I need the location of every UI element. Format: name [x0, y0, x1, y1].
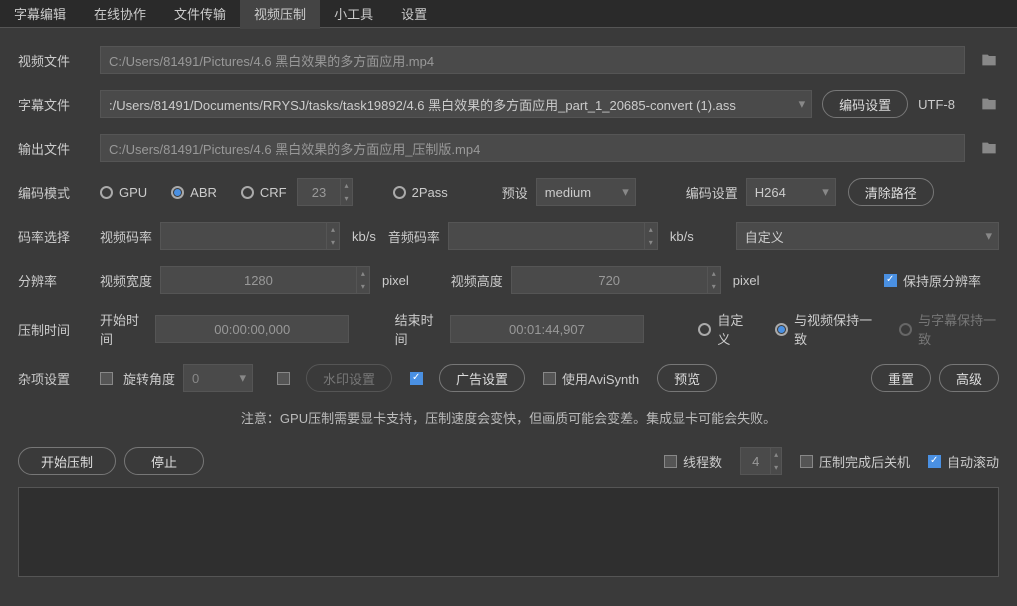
autoscroll-checkbox[interactable] [928, 455, 941, 468]
tab-subtitle-edit[interactable]: 字幕编辑 [0, 0, 80, 29]
folder-icon[interactable] [979, 52, 999, 68]
end-time-label: 结束时间 [395, 310, 442, 348]
start-button[interactable]: 开始压制 [18, 447, 116, 475]
height-label: 视频高度 [451, 271, 503, 290]
rotate-select[interactable]: 0 [183, 364, 253, 392]
start-time-label: 开始时间 [100, 310, 147, 348]
audio-bitrate-spinner[interactable]: ▴▾ [448, 222, 658, 250]
video-bitrate-label: 视频码率 [100, 227, 152, 246]
rotate-checkbox[interactable] [100, 372, 113, 385]
subtitle-file-select[interactable]: :/Users/81491/Documents/RRYSJ/tasks/task… [100, 90, 812, 118]
tab-settings[interactable]: 设置 [387, 0, 441, 29]
reset-button[interactable]: 重置 [871, 364, 931, 392]
video-file-input[interactable] [100, 46, 965, 74]
shutdown-checkbox[interactable] [800, 455, 813, 468]
height-spinner[interactable]: ▴▾ [511, 266, 721, 294]
bitrate-label: 码率选择 [18, 227, 80, 246]
video-file-label: 视频文件 [18, 51, 80, 70]
radio-2pass[interactable] [393, 186, 406, 199]
crf-spinner[interactable]: ▴▾ [297, 178, 353, 206]
tab-file-transfer[interactable]: 文件传输 [160, 0, 240, 29]
folder-icon[interactable] [979, 140, 999, 156]
watermark-checkbox[interactable] [277, 372, 290, 385]
gpu-note: 注意：GPU压制需要显卡支持，压制速度会变快，但画质可能会变差。集成显卡可能会失… [18, 408, 999, 427]
bitrate-custom-select[interactable]: 自定义 [736, 222, 999, 250]
audio-bitrate-unit: kb/s [670, 229, 694, 244]
height-unit: pixel [733, 273, 760, 288]
encoding-value: UTF-8 [918, 97, 955, 112]
keep-resolution-checkbox[interactable] [884, 274, 897, 287]
advanced-button[interactable]: 高级 [939, 364, 999, 392]
preview-button[interactable]: 预览 [657, 364, 717, 392]
log-textarea[interactable] [18, 487, 999, 577]
radio-gpu[interactable] [100, 186, 113, 199]
preset-label: 预设 [502, 183, 528, 202]
tab-tools[interactable]: 小工具 [320, 0, 387, 29]
end-time-input[interactable] [450, 315, 644, 343]
codec-label: 编码设置 [686, 183, 738, 202]
threads-checkbox[interactable] [664, 455, 677, 468]
tab-online-collab[interactable]: 在线协作 [80, 0, 160, 29]
radio-timing-subtitle [899, 323, 912, 336]
video-bitrate-unit: kb/s [352, 229, 376, 244]
radio-timing-custom[interactable] [698, 323, 711, 336]
folder-icon[interactable] [979, 96, 999, 112]
audio-bitrate-label: 音频码率 [388, 227, 440, 246]
radio-timing-video[interactable] [775, 323, 788, 336]
timing-label: 压制时间 [18, 320, 80, 339]
rotate-label: 旋转角度 [123, 369, 175, 388]
video-bitrate-spinner[interactable]: ▴▾ [160, 222, 340, 250]
radio-crf[interactable] [241, 186, 254, 199]
clear-path-button[interactable]: 清除路径 [848, 178, 934, 206]
stop-button[interactable]: 停止 [124, 447, 204, 475]
encode-mode-label: 编码模式 [18, 183, 80, 202]
tab-bar: 字幕编辑 在线协作 文件传输 视频压制 小工具 设置 [0, 0, 1017, 28]
width-unit: pixel [382, 273, 409, 288]
width-label: 视频宽度 [100, 271, 152, 290]
avisynth-checkbox[interactable] [543, 372, 556, 385]
threads-spinner[interactable]: ▴▾ [740, 447, 782, 475]
tab-video-encode[interactable]: 视频压制 [240, 0, 320, 29]
radio-abr[interactable] [171, 186, 184, 199]
output-file-label: 输出文件 [18, 139, 80, 158]
watermark-button[interactable]: 水印设置 [306, 364, 392, 392]
start-time-input[interactable] [155, 315, 349, 343]
resolution-label: 分辨率 [18, 271, 80, 290]
output-file-input[interactable] [100, 134, 965, 162]
misc-label: 杂项设置 [18, 369, 80, 388]
codec-select[interactable]: H264 [746, 178, 836, 206]
preset-select[interactable]: medium [536, 178, 636, 206]
subtitle-file-label: 字幕文件 [18, 95, 80, 114]
width-spinner[interactable]: ▴▾ [160, 266, 370, 294]
encoding-settings-button[interactable]: 编码设置 [822, 90, 908, 118]
ad-button[interactable]: 广告设置 [439, 364, 525, 392]
ad-checkbox[interactable] [410, 372, 423, 385]
